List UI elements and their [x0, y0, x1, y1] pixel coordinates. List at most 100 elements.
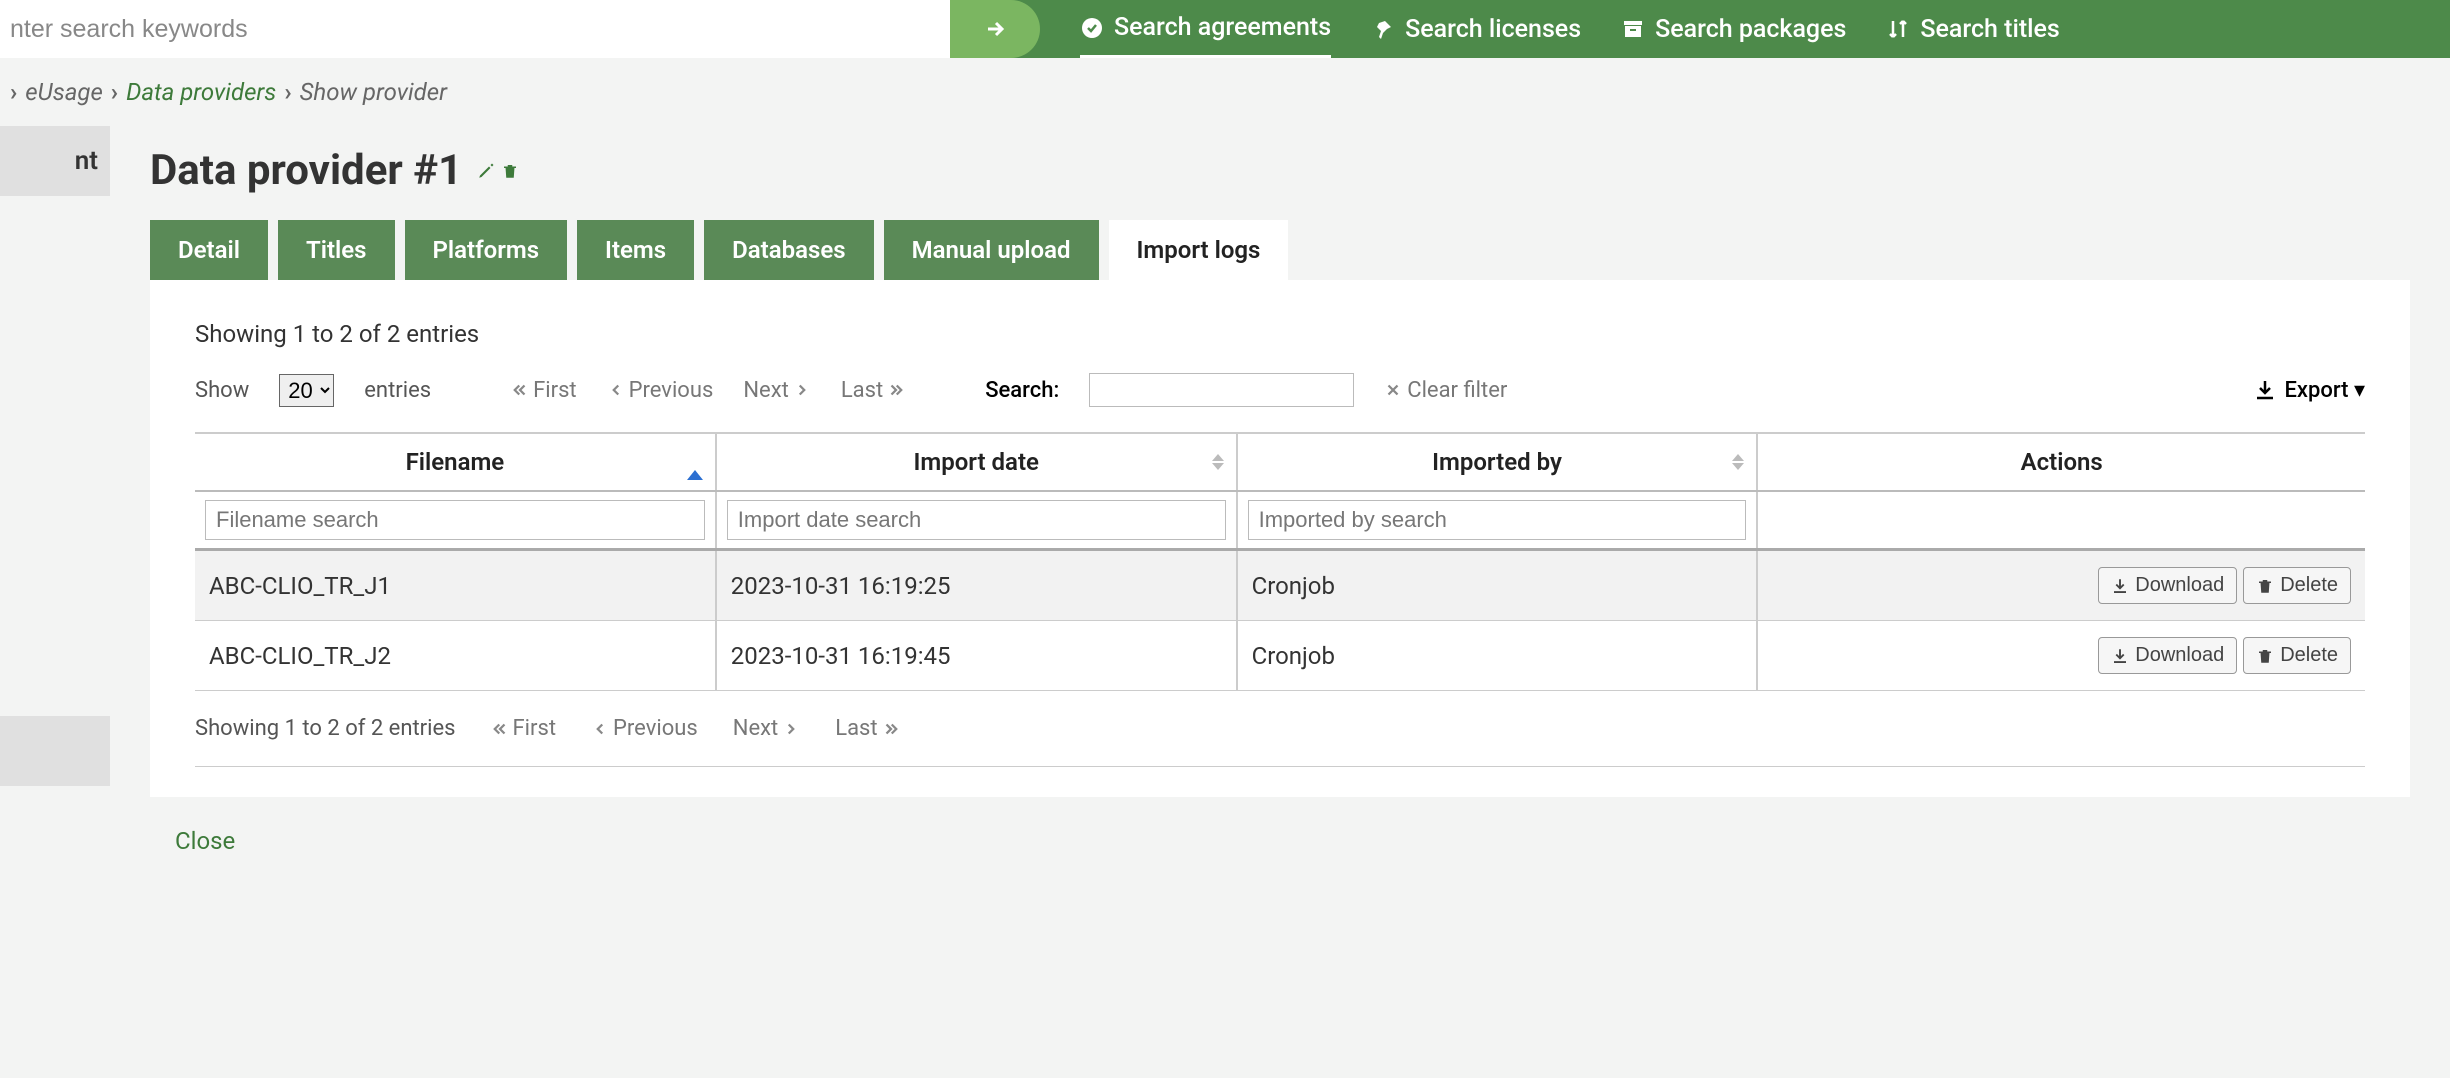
download-button[interactable]: Download: [2098, 637, 2237, 674]
th-actions: Actions: [1757, 433, 2365, 491]
topnav-search-licenses[interactable]: Search licenses: [1371, 0, 1581, 58]
cell-import-date: 2023-10-31 16:19:45: [716, 621, 1237, 691]
close-link[interactable]: Close: [150, 797, 260, 865]
tab-import-logs[interactable]: Import logs: [1109, 220, 1289, 280]
table-row: ABC-CLIO_TR_J2 2023-10-31 16:19:45 Cronj…: [195, 621, 2365, 691]
import-logs-table: Filename Import date Imported by Ac: [195, 432, 2365, 691]
chevrons-left-icon: [491, 720, 509, 738]
entries-bottom-row: Showing 1 to 2 of 2 entries First Previo…: [195, 716, 2365, 767]
search-label: Search:: [985, 378, 1059, 403]
pager-previous-label: Previous: [629, 378, 714, 403]
th-filename[interactable]: Filename: [195, 433, 716, 491]
tab-platforms[interactable]: Platforms: [405, 220, 568, 280]
topnav-search-titles[interactable]: Search titles: [1886, 0, 2059, 58]
pin-icon: [1371, 17, 1395, 41]
table-row: ABC-CLIO_TR_J1 2023-10-31 16:19:25 Cronj…: [195, 550, 2365, 621]
entries-info-bottom: Showing 1 to 2 of 2 entries: [195, 716, 456, 741]
sort-icon: [1212, 454, 1224, 470]
breadcrumb-sep: ›: [284, 78, 291, 106]
download-label: Download: [2135, 574, 2224, 597]
download-button[interactable]: Download: [2098, 567, 2237, 604]
trash-icon: [2256, 647, 2274, 665]
pager-previous[interactable]: Previous: [607, 378, 714, 403]
tab-databases[interactable]: Databases: [704, 220, 873, 280]
sidebar-fragment: nt: [0, 126, 110, 905]
import-logs-panel: Showing 1 to 2 of 2 entries Show 20 entr…: [150, 280, 2410, 797]
trash-icon[interactable]: [501, 162, 519, 180]
table-search-input[interactable]: [1089, 373, 1354, 407]
global-search-submit[interactable]: [950, 0, 1040, 58]
chevron-right-icon: [793, 381, 811, 399]
cell-filename: ABC-CLIO_TR_J2: [195, 621, 716, 691]
breadcrumb-eusage: eUsage: [25, 78, 103, 106]
topnav-search-packages[interactable]: Search packages: [1621, 0, 1846, 58]
topnav-search-agreements[interactable]: Search agreements: [1080, 0, 1331, 58]
tab-manual-upload[interactable]: Manual upload: [884, 220, 1099, 280]
sort-asc-icon: [687, 470, 703, 480]
filter-import-date-input[interactable]: [727, 500, 1226, 540]
pager-first-bottom[interactable]: First: [491, 716, 557, 741]
pager-previous-bottom[interactable]: Previous: [591, 716, 698, 741]
tab-titles[interactable]: Titles: [278, 220, 395, 280]
sidebar-stub2[interactable]: [0, 716, 110, 786]
filter-imported-by-input[interactable]: [1248, 500, 1747, 540]
table-controls: Show 20 entries First Previous Next: [195, 373, 2365, 407]
breadcrumb-data-providers[interactable]: Data providers: [126, 78, 276, 106]
th-imported-by[interactable]: Imported by: [1237, 433, 1758, 491]
delete-label: Delete: [2280, 644, 2338, 667]
sort-icon: [1732, 454, 1744, 470]
page-title-row: Data provider #1: [150, 146, 2410, 195]
breadcrumb-show-provider: Show provider: [300, 78, 447, 106]
topnav: Search agreements Search licenses Search…: [1080, 0, 2060, 58]
filter-filename-input[interactable]: [205, 500, 705, 540]
th-filename-label: Filename: [406, 448, 505, 476]
export-label: Export ▾: [2285, 378, 2366, 403]
trash-icon: [2256, 577, 2274, 595]
cell-imported-by: Cronjob: [1237, 550, 1758, 621]
topnav-label: Search packages: [1655, 15, 1846, 44]
pager-last[interactable]: Last: [841, 378, 905, 403]
pager-last-label: Last: [835, 716, 877, 741]
cell-import-date: 2023-10-31 16:19:25: [716, 550, 1237, 621]
download-icon: [2111, 577, 2129, 595]
show-label: Show: [195, 378, 249, 403]
page-length-select[interactable]: 20: [279, 374, 334, 407]
entries-label: entries: [364, 378, 431, 403]
download-icon: [2253, 378, 2277, 402]
sidebar-stub[interactable]: nt: [0, 126, 110, 196]
th-import-date[interactable]: Import date: [716, 433, 1237, 491]
tab-detail[interactable]: Detail: [150, 220, 268, 280]
download-icon: [2111, 647, 2129, 665]
tab-items[interactable]: Items: [577, 220, 694, 280]
pager-next[interactable]: Next: [743, 378, 810, 403]
th-import-date-label: Import date: [913, 448, 1038, 476]
clear-filter-button[interactable]: Clear filter: [1384, 378, 1507, 403]
th-imported-by-label: Imported by: [1432, 448, 1562, 476]
cell-actions: Download Delete: [1757, 550, 2365, 621]
topnav-label: Search licenses: [1405, 15, 1581, 44]
pager-first-label: First: [533, 378, 577, 403]
check-circle-icon: [1080, 16, 1104, 40]
pager-next-label: Next: [733, 716, 778, 741]
pager-next-bottom[interactable]: Next: [733, 716, 800, 741]
page-title: Data provider #1: [150, 146, 462, 195]
delete-button[interactable]: Delete: [2243, 637, 2351, 674]
pager-first[interactable]: First: [511, 378, 577, 403]
topbar: Search agreements Search licenses Search…: [0, 0, 2450, 58]
pager-last-bottom[interactable]: Last: [835, 716, 899, 741]
x-icon: [1384, 381, 1402, 399]
chevrons-right-icon: [882, 720, 900, 738]
export-button[interactable]: Export ▾: [2253, 378, 2366, 403]
chevron-left-icon: [591, 720, 609, 738]
entries-info-top: Showing 1 to 2 of 2 entries: [195, 320, 2365, 348]
pager-next-label: Next: [743, 378, 788, 403]
global-search-input[interactable]: [10, 15, 990, 44]
clear-filter-label: Clear filter: [1407, 378, 1507, 403]
tabs: Detail Titles Platforms Items Databases …: [150, 220, 2410, 280]
delete-button[interactable]: Delete: [2243, 567, 2351, 604]
breadcrumb: › eUsage › Data providers › Show provide…: [0, 58, 2450, 126]
topnav-label: Search titles: [1920, 15, 2059, 44]
pencil-icon[interactable]: [477, 162, 495, 180]
pager-previous-label: Previous: [613, 716, 698, 741]
sort-icon: [1886, 17, 1910, 41]
